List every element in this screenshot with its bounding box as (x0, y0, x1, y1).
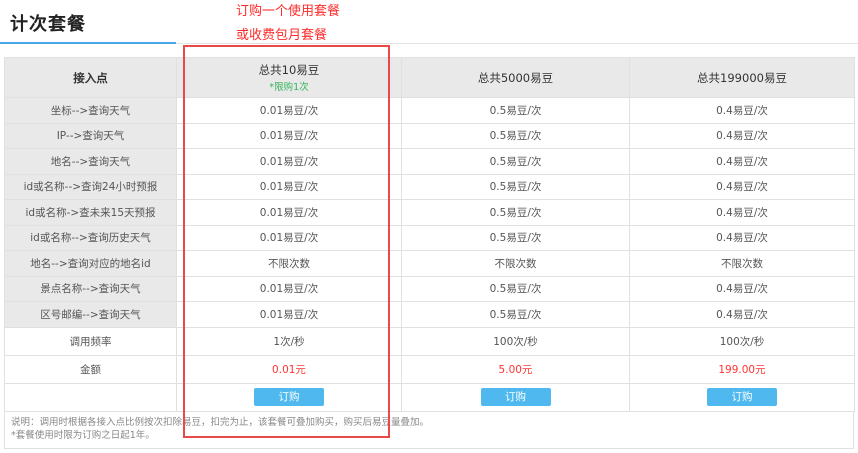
table-cell: 0.01易豆/次 (176, 148, 402, 175)
table-cell: 0.4易豆/次 (629, 97, 855, 124)
table-cell: 0.5易豆/次 (401, 199, 630, 226)
table-cell: 0.01易豆/次 (176, 173, 402, 200)
table-cell: 0.4易豆/次 (629, 122, 855, 149)
table-cell: 100次/秒 (629, 326, 855, 356)
table-row: 坐标-->查询天气 0.01易豆/次 0.5易豆/次 0.4易豆/次 (4, 97, 855, 124)
table-cell: 不限次数 (176, 250, 402, 277)
table-cell: 0.4易豆/次 (629, 275, 855, 302)
order-button-plan-1[interactable]: 订购 (254, 388, 324, 406)
plan-header-3: 总共199000易豆 (629, 57, 855, 98)
order-button-plan-2[interactable]: 订购 (480, 388, 551, 406)
table-header-row: 接入点 总共10易豆 *限购1次 总共5000易豆 总共199000易豆 (4, 57, 855, 98)
row-label: 金额 (4, 354, 177, 384)
table-row: 景点名称-->查询天气 0.01易豆/次 0.5易豆/次 0.4易豆/次 (4, 275, 855, 302)
table-cell: 不限次数 (401, 250, 630, 277)
row-label: 调用频率 (4, 326, 177, 356)
notes-line-1: 说明：调用时根据各接入点比例按次扣除易豆，扣完为止，该套餐可叠加购买，购买后易豆… (11, 417, 430, 428)
price-cell: 0.01元 (176, 354, 402, 384)
plan-name: 总共199000易豆 (697, 70, 787, 85)
table-cell: 不限次数 (629, 250, 855, 277)
table-cell: 0.01易豆/次 (176, 275, 402, 302)
table-row: id或名称-->查询24小时预报 0.01易豆/次 0.5易豆/次 0.4易豆/… (4, 173, 855, 200)
plan-header-2: 总共5000易豆 (401, 57, 630, 98)
notes-line-2: *套餐使用时限为订购之日起1年。 (11, 430, 155, 441)
price-cell: 199.00元 (629, 354, 855, 384)
table-cell: 0.5易豆/次 (401, 173, 630, 200)
page-title: 计次套餐 (10, 14, 86, 35)
table-cell: 100次/秒 (401, 326, 630, 356)
table-row: id或名称->查未来15天预报 0.01易豆/次 0.5易豆/次 0.4易豆/次 (4, 199, 855, 226)
price-cell: 5.00元 (401, 354, 630, 384)
annotation-line-2: 或收费包月套餐 (236, 28, 328, 43)
row-label: 区号邮编-->查询天气 (4, 301, 177, 328)
table-cell: 1次/秒 (176, 326, 402, 356)
row-label: 地名-->查询天气 (4, 148, 177, 175)
order-cell: 订购 (176, 382, 402, 412)
table-cell: 0.01易豆/次 (176, 224, 402, 251)
title-underline (0, 42, 176, 44)
notes-box: 说明：调用时根据各接入点比例按次扣除易豆，扣完为止，该套餐可叠加购买，购买后易豆… (4, 411, 854, 449)
frequency-row: 调用频率 1次/秒 100次/秒 100次/秒 (4, 326, 855, 356)
row-label: 地名-->查询对应的地名id (4, 250, 177, 277)
order-row: 订购 订购 订购 (4, 382, 855, 412)
annotation-line-1: 订购一个使用套餐 (236, 4, 341, 19)
table-row: 地名-->查询天气 0.01易豆/次 0.5易豆/次 0.4易豆/次 (4, 148, 855, 175)
row-label: id或名称-->查询24小时预报 (4, 173, 177, 200)
order-button-plan-3[interactable]: 订购 (707, 388, 777, 406)
plan-name: 总共5000易豆 (477, 70, 554, 85)
row-label: IP-->查询天气 (4, 122, 177, 149)
row-label: id或名称->查未来15天预报 (4, 199, 177, 226)
order-cell: 订购 (401, 382, 630, 412)
amount-row: 金额 0.01元 5.00元 199.00元 (4, 354, 855, 384)
table-row: 地名-->查询对应的地名id 不限次数 不限次数 不限次数 (4, 250, 855, 277)
access-point-header: 接入点 (4, 57, 177, 98)
table-cell: 0.5易豆/次 (401, 122, 630, 149)
table-row: 区号邮编-->查询天气 0.01易豆/次 0.5易豆/次 0.4易豆/次 (4, 301, 855, 328)
plan-name: 总共10易豆 (258, 63, 320, 77)
table-cell: 0.01易豆/次 (176, 301, 402, 328)
table-cell: 0.01易豆/次 (176, 122, 402, 149)
row-label: id或名称-->查询历史天气 (4, 224, 177, 251)
table-cell: 0.5易豆/次 (401, 97, 630, 124)
title-divider (176, 43, 858, 44)
row-label: 景点名称-->查询天气 (4, 275, 177, 302)
empty-cell (4, 382, 177, 412)
table-cell: 0.5易豆/次 (401, 301, 630, 328)
pricing-table: 接入点 总共10易豆 *限购1次 总共5000易豆 总共199000易豆 坐标-… (4, 57, 855, 412)
plan-header-1: 总共10易豆 *限购1次 (176, 57, 402, 98)
table-cell: 0.4易豆/次 (629, 173, 855, 200)
table-cell: 0.4易豆/次 (629, 301, 855, 328)
table-cell: 0.5易豆/次 (401, 148, 630, 175)
purchase-limit-badge: *限购1次 (269, 82, 309, 93)
table-cell: 0.01易豆/次 (176, 199, 402, 226)
table-cell: 0.5易豆/次 (401, 224, 630, 251)
table-cell: 0.5易豆/次 (401, 275, 630, 302)
table-row: IP-->查询天气 0.01易豆/次 0.5易豆/次 0.4易豆/次 (4, 122, 855, 149)
table-cell: 0.01易豆/次 (176, 97, 402, 124)
table-cell: 0.4易豆/次 (629, 224, 855, 251)
table-row: id或名称-->查询历史天气 0.01易豆/次 0.5易豆/次 0.4易豆/次 (4, 224, 855, 251)
order-cell: 订购 (629, 382, 855, 412)
table-cell: 0.4易豆/次 (629, 199, 855, 226)
table-cell: 0.4易豆/次 (629, 148, 855, 175)
row-label: 坐标-->查询天气 (4, 97, 177, 124)
